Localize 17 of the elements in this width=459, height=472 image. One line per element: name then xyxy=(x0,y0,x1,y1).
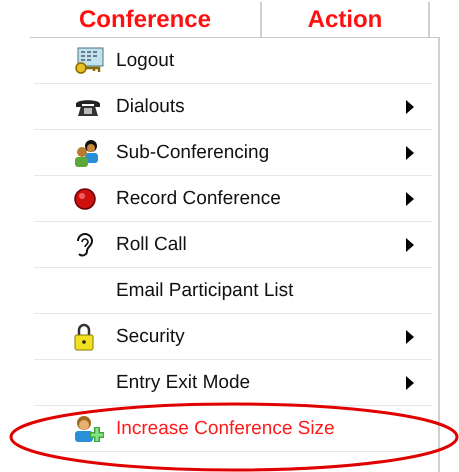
menu-item[interactable]: Increase Conference Size xyxy=(116,418,335,440)
menu-item[interactable]: Roll Call xyxy=(116,234,187,256)
menu-item[interactable]: Email Participant List xyxy=(116,280,294,302)
column-header: Action xyxy=(262,2,430,38)
people-icon xyxy=(74,138,100,166)
menu-item[interactable]: Dialouts xyxy=(116,96,185,118)
padlock-icon xyxy=(74,322,94,350)
ear-icon xyxy=(74,232,94,258)
record-icon xyxy=(74,188,96,210)
menu-item[interactable]: Security xyxy=(116,326,185,348)
column-header: Conference xyxy=(30,2,262,38)
menu-item[interactable]: Sub-Conferencing xyxy=(116,142,270,164)
menu-item[interactable]: Record Conference xyxy=(116,188,281,210)
add-user-icon xyxy=(74,414,106,442)
menu-item[interactable]: Logout xyxy=(116,50,174,72)
menu-item[interactable]: Entry Exit Mode xyxy=(116,372,250,394)
key-icon xyxy=(74,46,104,74)
